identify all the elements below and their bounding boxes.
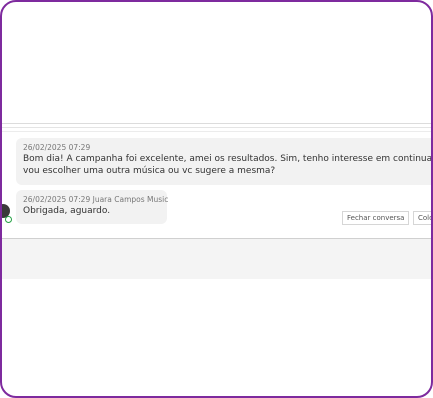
message-text-line: Bom dia! A campanha foi excelente, amei … [23,154,433,164]
composer-bar[interactable] [2,239,431,279]
message-bubble-outgoing: 26/02/2025 07:29 Juara Campos Music Obri… [16,190,169,224]
whatsapp-icon [5,216,12,223]
message-timestamp: 26/02/2025 07:29 [23,143,91,152]
close-conversation-button[interactable]: Fechar conversa [342,211,409,225]
divider [2,123,431,124]
secondary-action-button[interactable]: Colo [413,211,431,225]
divider [2,131,431,132]
message-bubble-incoming: 26/02/2025 07:29 Bom dia! A campanha foi… [16,138,433,185]
message-text-line: vou escolher uma outra música ou vc suge… [23,166,276,176]
message-text-line: Obrigada, aguardo. [23,206,111,216]
divider [2,127,431,128]
chat-window: 26/02/2025 07:29 Bom dia! A campanha foi… [0,0,433,398]
message-timestamp-author: 26/02/2025 07:29 Juara Campos Music [23,195,169,204]
